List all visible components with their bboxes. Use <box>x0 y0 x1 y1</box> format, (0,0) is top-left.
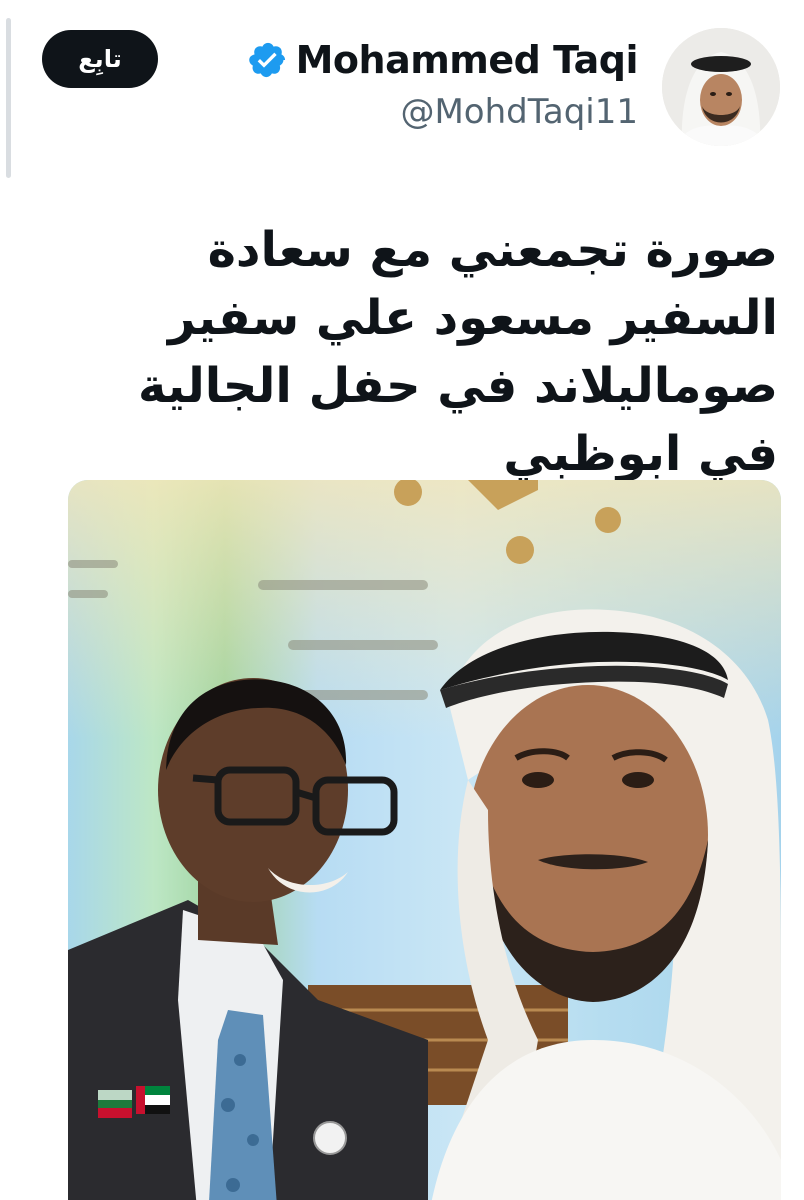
name-row: Mohammed Taqi <box>248 34 639 86</box>
follow-button[interactable]: تابِع <box>42 30 158 88</box>
verified-badge-icon <box>248 40 288 80</box>
tweet-text: صورة تجمعني مع سعادة السفير مسعود علي سف… <box>138 222 778 482</box>
tweet-photo[interactable] <box>68 480 781 1200</box>
user-info[interactable]: Mohammed Taqi @MohdTaqi11 <box>248 34 639 132</box>
display-name[interactable]: Mohammed Taqi <box>296 38 639 82</box>
scrollbar[interactable] <box>6 18 11 178</box>
user-handle[interactable]: @MohdTaqi11 <box>248 92 638 132</box>
avatar[interactable] <box>662 28 780 146</box>
tweet-page: تابِع Mohammed Taqi @MohdTaqi11 صورة تجم… <box>0 0 804 1200</box>
